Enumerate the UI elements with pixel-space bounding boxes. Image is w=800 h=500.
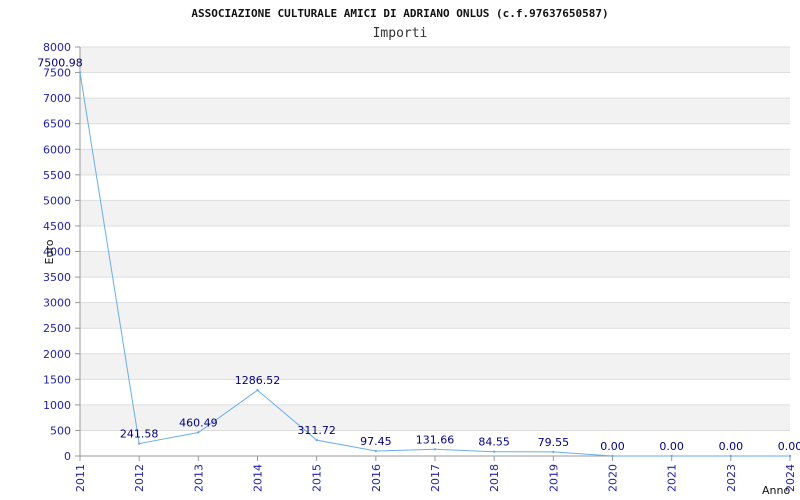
y-axis-label: Euro	[43, 239, 56, 264]
data-point	[256, 389, 259, 392]
grid-band	[80, 353, 790, 380]
y-tick-label: 5000	[43, 194, 71, 207]
data-point	[433, 448, 437, 451]
x-tick-label: 2018	[488, 464, 501, 492]
x-tick-label: 2013	[192, 464, 205, 492]
data-label: 0.00	[600, 440, 625, 453]
y-tick-label: 7000	[43, 92, 71, 105]
line-chart: 0500100015002000250030003500400045005000…	[37, 7, 800, 497]
data-point	[670, 454, 673, 458]
y-tick-label: 6000	[43, 143, 71, 156]
grid-band	[80, 98, 790, 124]
data-point	[197, 431, 200, 434]
y-tick-label: 5500	[43, 169, 71, 182]
grid-band	[80, 47, 790, 73]
grid-band	[80, 302, 790, 329]
data-label: 0.00	[659, 440, 684, 453]
grid-band	[80, 149, 790, 175]
x-tick-label: 2017	[429, 464, 442, 492]
data-point	[552, 450, 555, 454]
data-point	[374, 449, 378, 453]
x-tick-label: 2011	[74, 464, 87, 492]
y-tick-label: 8000	[43, 41, 71, 54]
data-label: 241.58	[120, 428, 159, 441]
plot-background	[80, 47, 790, 431]
data-label: 97.45	[360, 435, 392, 448]
y-tick-label: 2500	[43, 322, 71, 335]
data-point	[492, 450, 496, 453]
y-tick-label: 3000	[43, 297, 71, 310]
data-label: 0.00	[778, 440, 800, 453]
grid-band	[80, 200, 790, 226]
x-tick-label: 2015	[311, 464, 324, 492]
data-point	[78, 71, 82, 74]
data-point	[315, 438, 318, 442]
y-tick-label: 3500	[43, 271, 71, 284]
data-point	[137, 442, 141, 445]
x-tick-label: 2023	[725, 464, 738, 492]
data-label: 460.49	[179, 416, 218, 429]
data-label: 131.66	[416, 433, 455, 446]
x-axis-label: Anno	[762, 484, 790, 497]
data-label: 311.72	[297, 424, 336, 437]
x-tick-label: 2021	[666, 464, 679, 492]
data-label: 84.55	[478, 436, 510, 449]
chart-title: ASSOCIAZIONE CULTURALE AMICI DI ADRIANO …	[191, 7, 608, 20]
x-tick-label: 2019	[547, 464, 560, 492]
data-point	[788, 454, 792, 458]
data-label: 79.55	[538, 436, 570, 449]
x-tick-label: 2016	[370, 464, 383, 492]
y-tick-label: 1000	[43, 399, 71, 412]
x-tick-label: 2012	[133, 464, 146, 492]
x-tick-label: 2014	[252, 464, 265, 492]
x-tick-label: 2020	[607, 464, 620, 492]
chart-subtitle: Importi	[373, 26, 428, 41]
grid-band	[80, 251, 790, 278]
x-axis-ticks: 2011 2012 2013 2014 2015 2016 2017 2018 2019 2020…	[74, 456, 797, 492]
data-label: 1286.52	[235, 374, 281, 387]
data-label: 0.00	[719, 440, 744, 453]
y-tick-label: 6500	[43, 118, 71, 131]
y-tick-label: 1500	[43, 373, 71, 386]
data-point	[729, 454, 733, 458]
y-tick-label: 500	[50, 424, 71, 437]
y-tick-label: 0	[64, 450, 71, 463]
data-point	[611, 454, 614, 458]
data-label: 7500.98	[37, 57, 83, 70]
y-tick-label: 2000	[43, 348, 71, 361]
y-tick-label: 4500	[43, 220, 71, 233]
